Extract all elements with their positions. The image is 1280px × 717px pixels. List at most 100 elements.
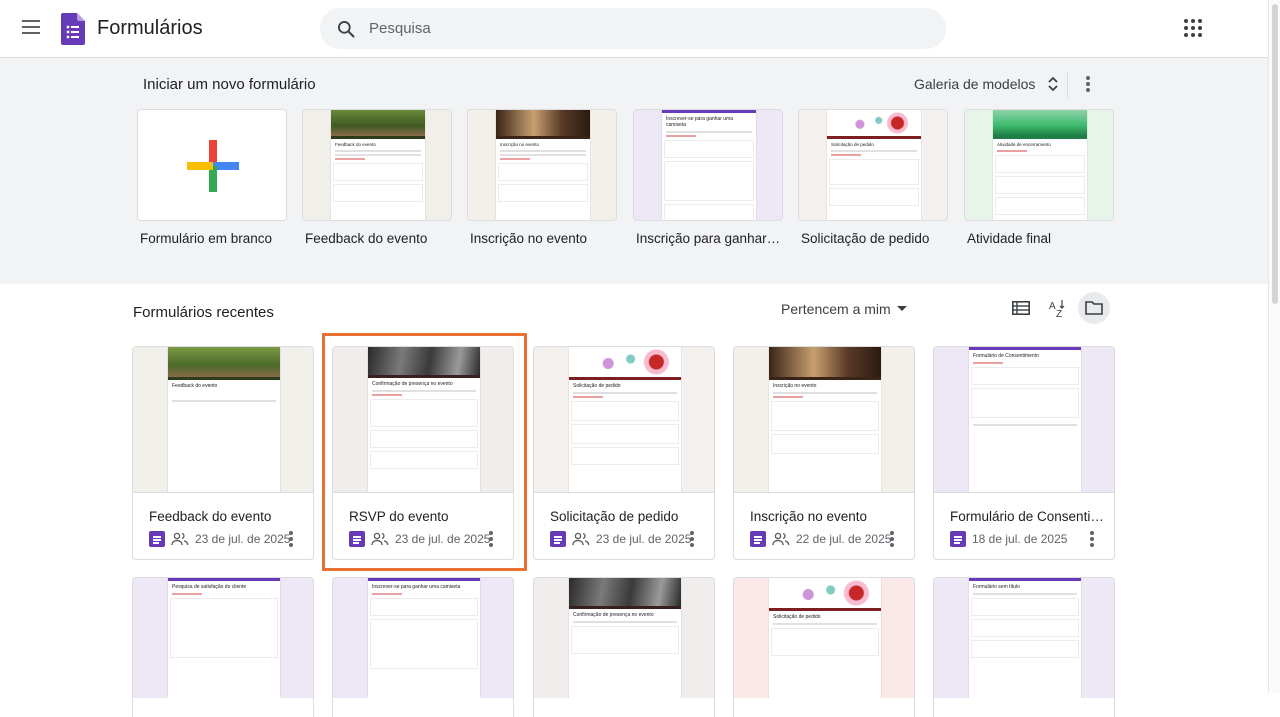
scrollbar-thumb[interactable] <box>1272 4 1278 304</box>
form-more-button[interactable] <box>1080 527 1104 551</box>
form-title: Formulário de Consentim... <box>950 509 1110 524</box>
template-thumbnail: Inscrição no evento <box>467 109 617 221</box>
form-thumbnail: Inscrever-se para ganhar uma camiseta <box>333 578 513 698</box>
shared-people-icon <box>572 532 590 546</box>
template-gallery-button[interactable]: Galeria de modelos <box>906 68 1067 100</box>
form-thumbnail: Inscrição no evento <box>734 347 914 493</box>
template-card-event-registration[interactable]: Inscrição no evento Inscrição no evento <box>467 109 617 246</box>
forms-icon <box>149 531 165 547</box>
form-thumbnail: Feedback do evento <box>133 347 313 493</box>
unfold-icon <box>1048 76 1059 92</box>
gallery-label: Galeria de modelos <box>914 76 1036 92</box>
dropdown-arrow-icon <box>896 306 907 311</box>
forms-icon <box>950 531 966 547</box>
form-title: RSVP do evento <box>349 509 449 524</box>
forms-icon <box>550 531 566 547</box>
form-more-button[interactable] <box>880 527 904 551</box>
recent-form-card[interactable]: Confirmação de presença no evento RSVP d… <box>332 346 514 560</box>
recent-form-card[interactable]: Solicitação de pedido Solicitação de ped… <box>533 346 715 560</box>
banner-image <box>827 110 921 136</box>
main-menu-button[interactable] <box>18 16 44 42</box>
owner-filter-dropdown[interactable]: Pertencem a mim <box>773 295 915 323</box>
page-scrollbar[interactable] <box>1268 0 1280 693</box>
templates-heading: Iniciar um novo formulário <box>143 76 316 93</box>
recent-form-card[interactable]: Feedback do evento Feedback do evento 23… <box>132 346 314 560</box>
forms-logo-icon[interactable] <box>61 13 85 45</box>
form-meta: 23 de jul. de 2025 <box>550 529 691 549</box>
recent-form-card[interactable]: Inscrever-se para ganhar uma camiseta <box>332 577 514 717</box>
template-thumbnail: Feedback do evento <box>302 109 452 221</box>
template-card-order-request[interactable]: Solicitação de pedido Solicitação de ped… <box>798 109 948 246</box>
forms-icon <box>349 531 365 547</box>
recent-form-card[interactable]: Formulário de Consentimento Formulário d… <box>933 346 1115 560</box>
form-meta: 23 de jul. de 2025 <box>349 529 490 549</box>
recent-forms-heading: Formulários recentes <box>133 304 274 321</box>
shared-people-icon <box>371 532 389 546</box>
form-date: 23 de jul. de 2025 <box>395 532 491 546</box>
svg-text:Z: Z <box>1056 309 1062 318</box>
recent-form-card[interactable]: Formulário sem título <box>933 577 1115 717</box>
form-more-button[interactable] <box>279 527 303 551</box>
google-apps-button[interactable] <box>1184 19 1204 39</box>
template-thumbnail: Solicitação de pedido <box>798 109 948 221</box>
form-thumbnail: Solicitação de pedido <box>534 347 714 493</box>
search-bar[interactable] <box>320 8 946 49</box>
form-thumbnail: Formulário sem título <box>934 578 1114 698</box>
hamburger-icon <box>22 20 40 22</box>
form-more-button[interactable] <box>479 527 503 551</box>
search-input[interactable] <box>369 16 909 41</box>
form-thumbnail: Formulário de Consentimento <box>934 347 1114 493</box>
recent-form-card[interactable]: Solicitação de pedido <box>733 577 915 717</box>
template-card-feedback[interactable]: Feedback do evento Feedback do evento <box>302 109 452 246</box>
sort-button[interactable]: A Z <box>1044 294 1072 322</box>
form-thumbnail: Pesquisa de satisfação do cliente <box>133 578 313 698</box>
list-view-button[interactable] <box>1007 294 1035 322</box>
form-date: 23 de jul. de 2025 <box>596 532 692 546</box>
top-app-bar: Formulários <box>0 0 1268 58</box>
form-title: Solicitação de pedido <box>550 509 679 524</box>
template-name: Inscrição para ganhar c... <box>636 231 783 246</box>
recent-form-card[interactable]: Confirmação de presença no evento <box>533 577 715 717</box>
owner-filter-label: Pertencem a mim <box>781 301 891 317</box>
form-date: 23 de jul. de 2025 <box>195 532 291 546</box>
recent-form-card[interactable]: Pesquisa de satisfação do cliente <box>132 577 314 717</box>
template-name: Solicitação de pedido <box>801 231 930 246</box>
template-name: Formulário em branco <box>140 231 273 246</box>
form-thumbnail: Confirmação de presença no evento <box>534 578 714 698</box>
list-view-icon <box>1012 301 1030 315</box>
template-name: Feedback do evento <box>305 231 428 246</box>
divider <box>1067 72 1068 98</box>
template-card-final-activity[interactable]: Atividade de encerramento Atividade fina… <box>964 109 1114 246</box>
form-thumbnail: Solicitação de pedido <box>734 578 914 698</box>
template-card-blank[interactable]: Formulário em branco <box>137 109 287 246</box>
template-name: Atividade final <box>967 231 1052 246</box>
template-thumbnail: Inscrever-se para ganhar uma camiseta <box>633 109 783 221</box>
shared-people-icon <box>171 532 189 546</box>
template-thumbnail <box>137 109 287 221</box>
svg-text:A: A <box>1049 301 1056 312</box>
form-title: Feedback do evento <box>149 509 272 524</box>
plus-icon <box>187 140 239 192</box>
app-title[interactable]: Formulários <box>97 17 203 40</box>
folder-icon <box>1085 301 1103 315</box>
form-meta: 18 de jul. de 2025 <box>950 529 1067 549</box>
folder-button[interactable] <box>1078 292 1110 324</box>
template-name: Inscrição no evento <box>470 231 588 246</box>
form-date: 22 de jul. de 2025 <box>796 532 892 546</box>
template-card-tshirt[interactable]: Inscrever-se para ganhar uma camiseta In… <box>633 109 783 246</box>
template-gallery-section: Iniciar um novo formulário Galeria de mo… <box>0 58 1268 284</box>
form-more-button[interactable] <box>680 527 704 551</box>
search-icon[interactable] <box>336 19 356 39</box>
form-thumbnail: Confirmação de presença no evento <box>333 347 513 493</box>
recent-form-card[interactable]: Inscrição no evento Inscrição no evento … <box>733 346 915 560</box>
shared-people-icon <box>772 532 790 546</box>
sort-az-icon: A Z <box>1049 300 1065 318</box>
form-date: 18 de jul. de 2025 <box>972 532 1068 546</box>
forms-icon <box>750 531 766 547</box>
form-title: Inscrição no evento <box>750 509 868 524</box>
banner-image <box>993 110 1087 136</box>
templates-more-button[interactable] <box>1076 72 1100 96</box>
banner-image <box>331 110 425 136</box>
banner-image <box>496 110 590 136</box>
form-meta: 23 de jul. de 2025 <box>149 529 290 549</box>
